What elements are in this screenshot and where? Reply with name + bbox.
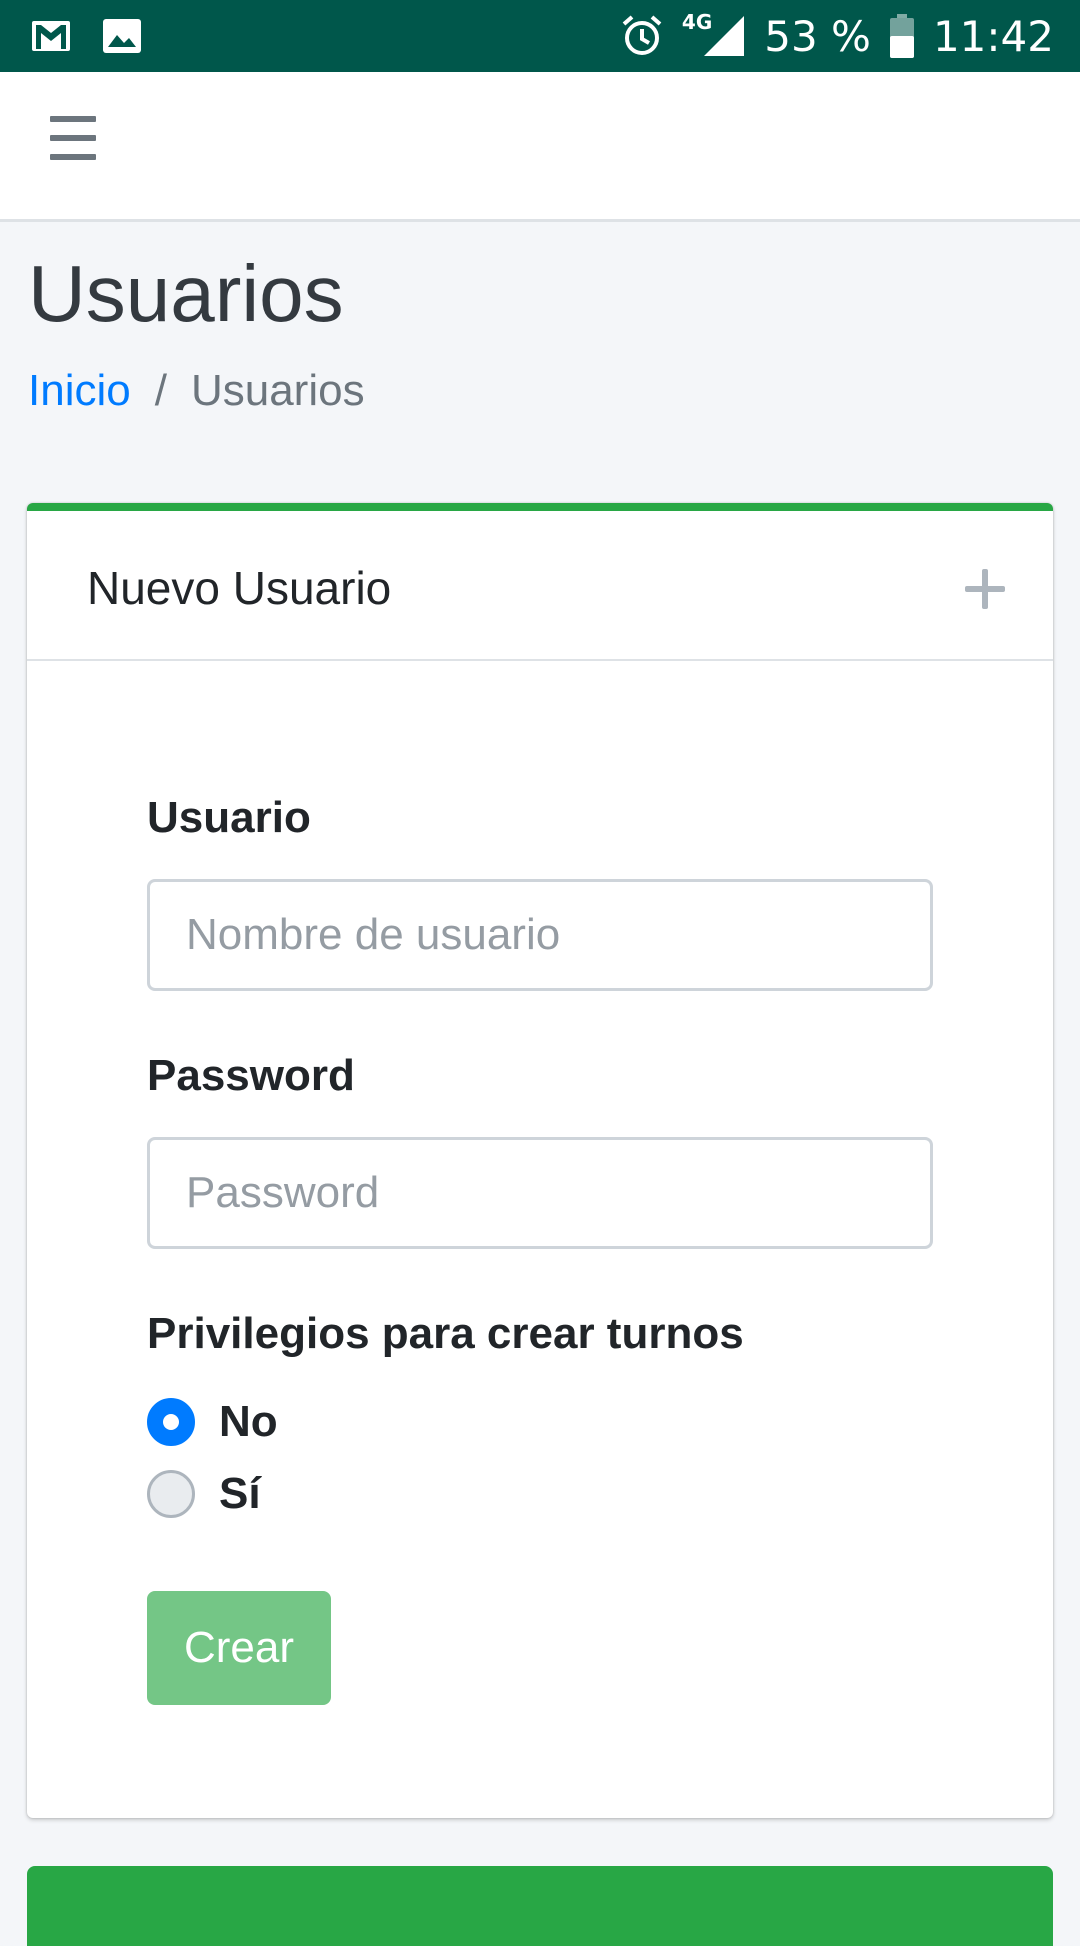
card-title: Nuevo Usuario <box>87 562 392 614</box>
password-label: Password <box>147 1051 355 1100</box>
radio-yes[interactable] <box>147 1470 195 1518</box>
status-left <box>30 18 142 54</box>
gmail-icon <box>30 19 72 53</box>
breadcrumb-home-link[interactable]: Inicio <box>28 366 131 416</box>
username-input[interactable] <box>147 879 933 991</box>
battery-icon <box>889 14 915 58</box>
card-header: Nuevo Usuario <box>27 511 1053 661</box>
network-type: 4G <box>681 10 713 34</box>
alarm-icon <box>620 14 664 58</box>
username-label: Usuario <box>147 793 311 842</box>
radio-no[interactable] <box>147 1398 195 1446</box>
top-navbar <box>0 72 1080 222</box>
next-card-header <box>27 1866 1053 1946</box>
radio-yes-label: Sí <box>219 1469 261 1518</box>
menu-icon[interactable] <box>50 116 96 160</box>
password-input[interactable] <box>147 1137 933 1249</box>
radio-option-yes[interactable]: Sí <box>147 1469 261 1519</box>
page-title: Usuarios <box>28 249 344 338</box>
breadcrumb: Inicio / Usuarios <box>28 366 365 416</box>
breadcrumb-separator: / <box>154 366 167 415</box>
battery-percentage: 53 % <box>764 11 871 61</box>
new-user-card: Nuevo Usuario Usuario Password Privilegi… <box>27 503 1053 1818</box>
clock: 11:42 <box>932 11 1054 61</box>
signal-icon: 4G <box>682 10 746 58</box>
status-right: 4G 53 % 11:42 <box>620 10 1054 61</box>
status-bar: 4G 53 % 11:42 <box>0 0 1080 72</box>
image-icon <box>102 18 142 54</box>
privileges-label: Privilegios para crear turnos <box>147 1309 744 1358</box>
radio-option-no[interactable]: No <box>147 1397 278 1447</box>
create-button[interactable]: Crear <box>147 1591 331 1705</box>
breadcrumb-current: Usuarios <box>190 366 365 415</box>
plus-icon[interactable] <box>965 569 1005 609</box>
radio-no-label: No <box>219 1397 278 1446</box>
